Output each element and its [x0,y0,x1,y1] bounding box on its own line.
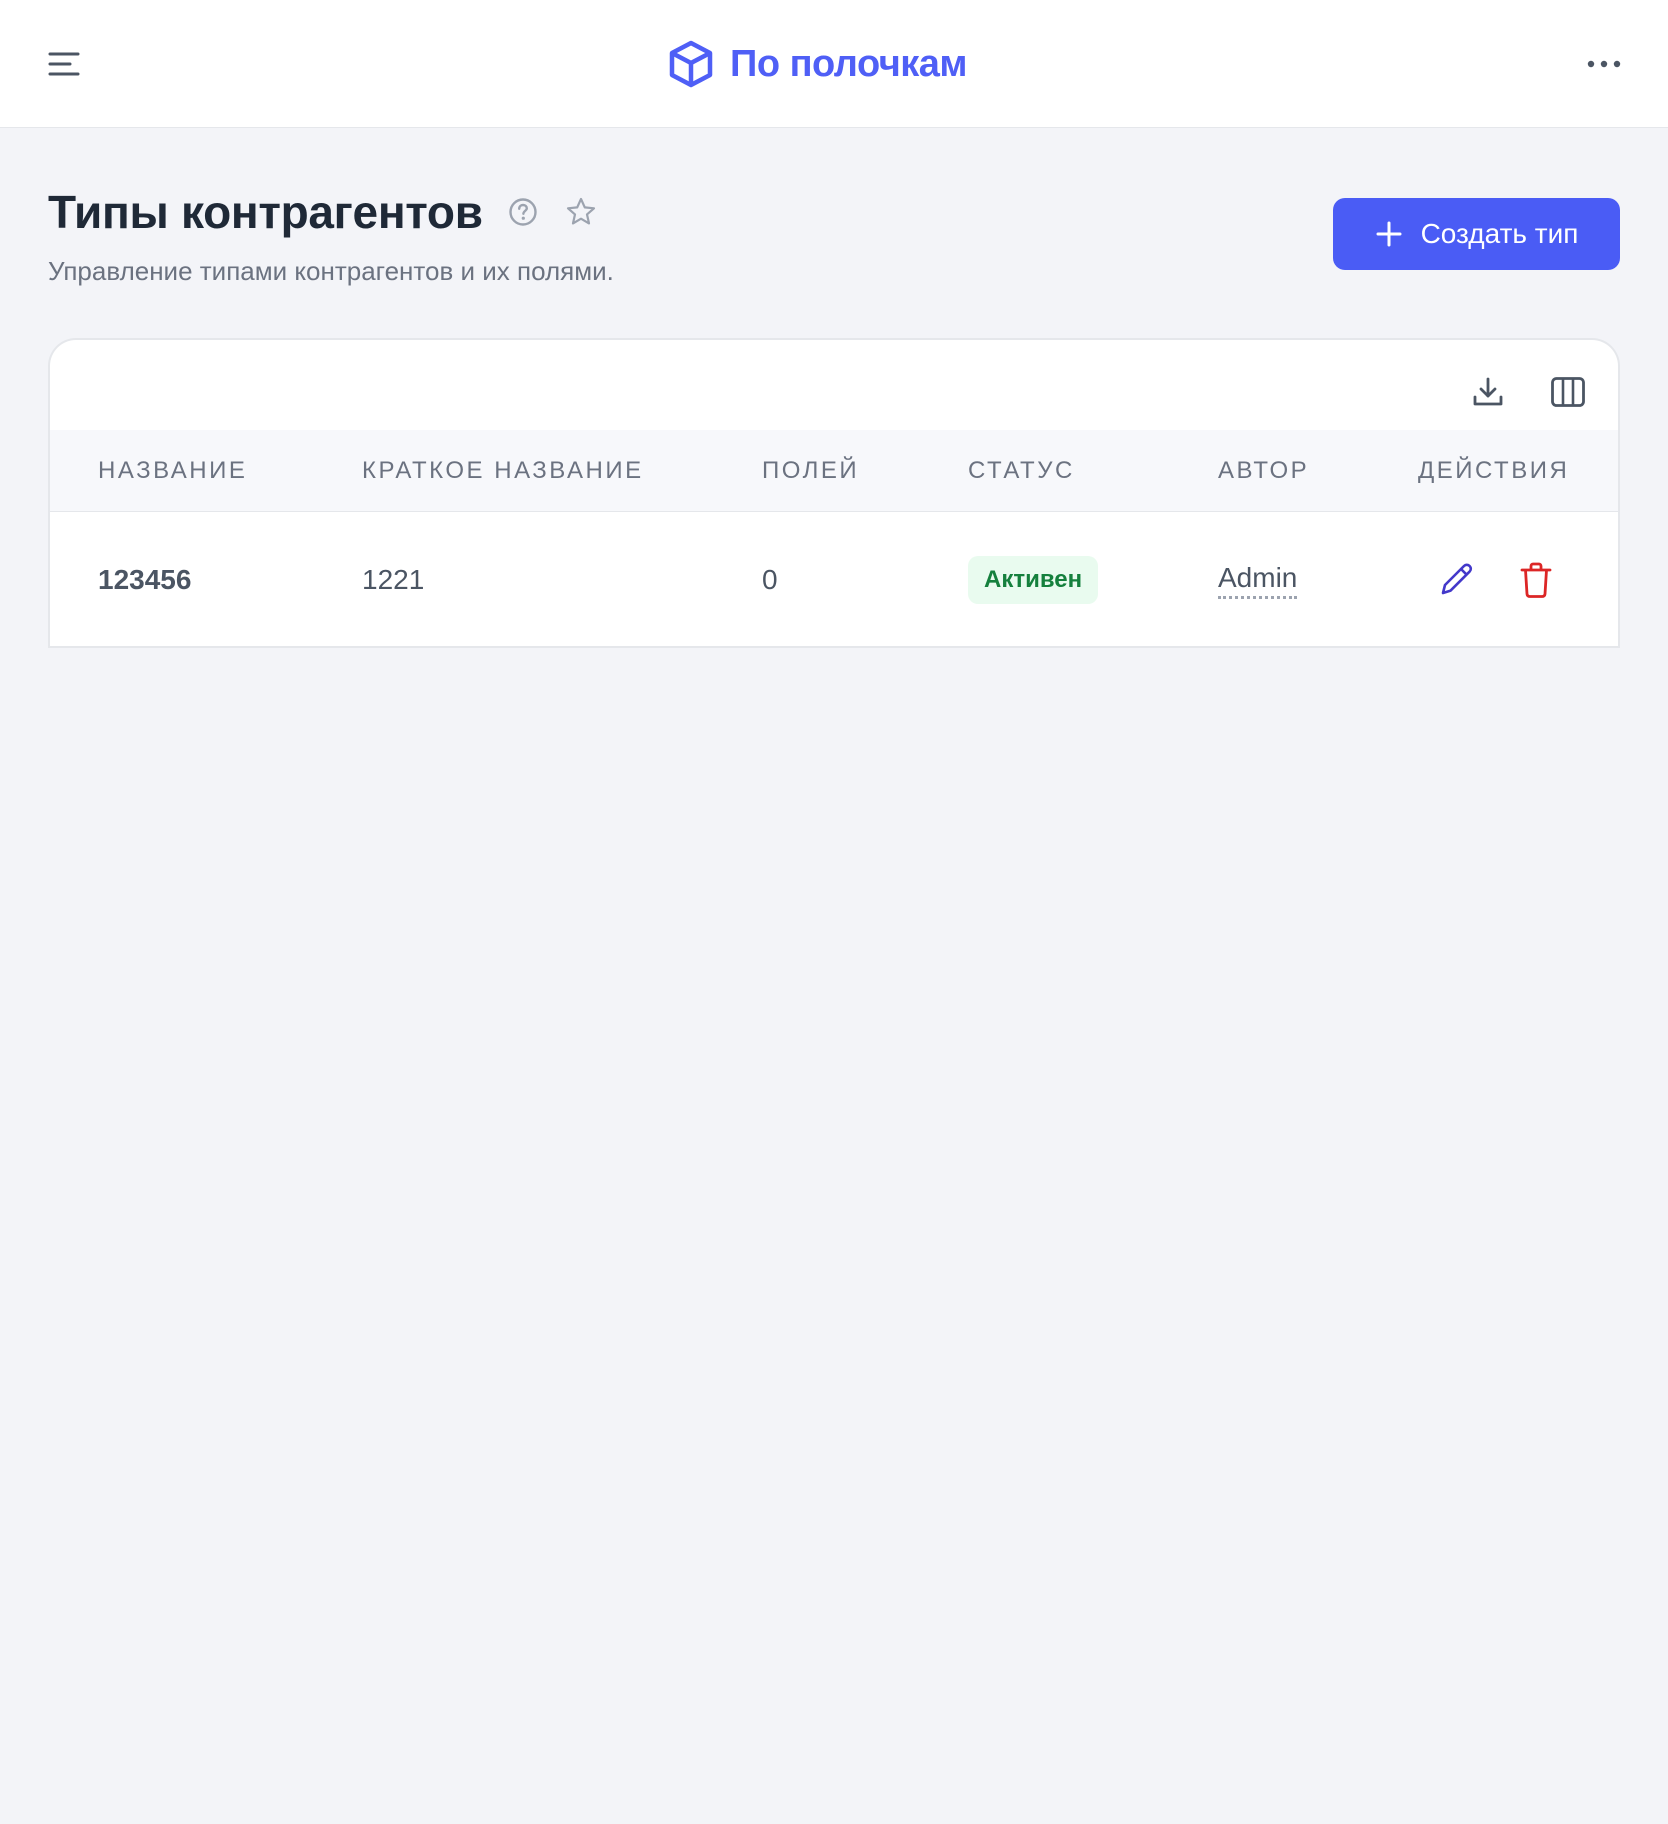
column-header-actions: Действия [1418,457,1570,484]
dots-horizontal-icon [1587,60,1621,68]
cell-status: Активен [968,512,1099,648]
download-icon [1473,377,1503,406]
column-header-author[interactable]: Автор [1218,430,1309,512]
author-link[interactable]: Admin [1218,562,1298,599]
table-row[interactable]: 123456 1221 0 Активен Admin [50,512,1618,648]
question-circle-icon [509,198,537,226]
cell-fields: 0 [762,564,778,595]
edit-button[interactable] [1434,558,1478,602]
favorite-button[interactable] [563,194,599,230]
delete-button[interactable] [1514,558,1558,602]
table-header: Название Краткое название Полей Статус А… [50,430,1618,512]
page-subtitle: Управление типами контрагентов и их поля… [48,256,614,286]
star-icon [566,197,595,225]
menu-button[interactable] [44,44,84,84]
page-title: Типы контрагентов [48,186,483,238]
columns-button[interactable] [1546,370,1590,414]
more-menu-button[interactable] [1580,44,1628,84]
export-button[interactable] [1466,370,1510,414]
cell-short-name: 1221 [362,564,425,595]
create-type-label: Создать тип [1420,218,1579,249]
column-header-status[interactable]: Статус [968,430,1075,512]
column-header-fields[interactable]: Полей [762,430,859,512]
table-toolbar [50,340,1618,430]
column-header-name[interactable]: Название [98,430,247,512]
menu-lines-icon [48,52,80,76]
cube-icon [669,40,713,88]
trash-icon [1520,562,1552,598]
brand-logo[interactable]: По полочкам [666,38,968,90]
cell-author: Admin [1218,512,1298,648]
columns-icon [1551,377,1585,407]
table-card: Название Краткое название Полей Статус А… [48,338,1620,648]
brand-name: По полочкам [730,42,968,85]
create-type-button[interactable]: Создать тип [1333,198,1620,270]
plus-icon [1376,221,1402,247]
help-button[interactable] [505,194,541,230]
pencil-icon [1441,563,1473,595]
top-bar: По полочкам [0,0,1668,128]
cell-name: 123456 [98,564,192,595]
column-header-short-name[interactable]: Краткое название [362,430,644,512]
status-badge: Активен [968,556,1099,604]
